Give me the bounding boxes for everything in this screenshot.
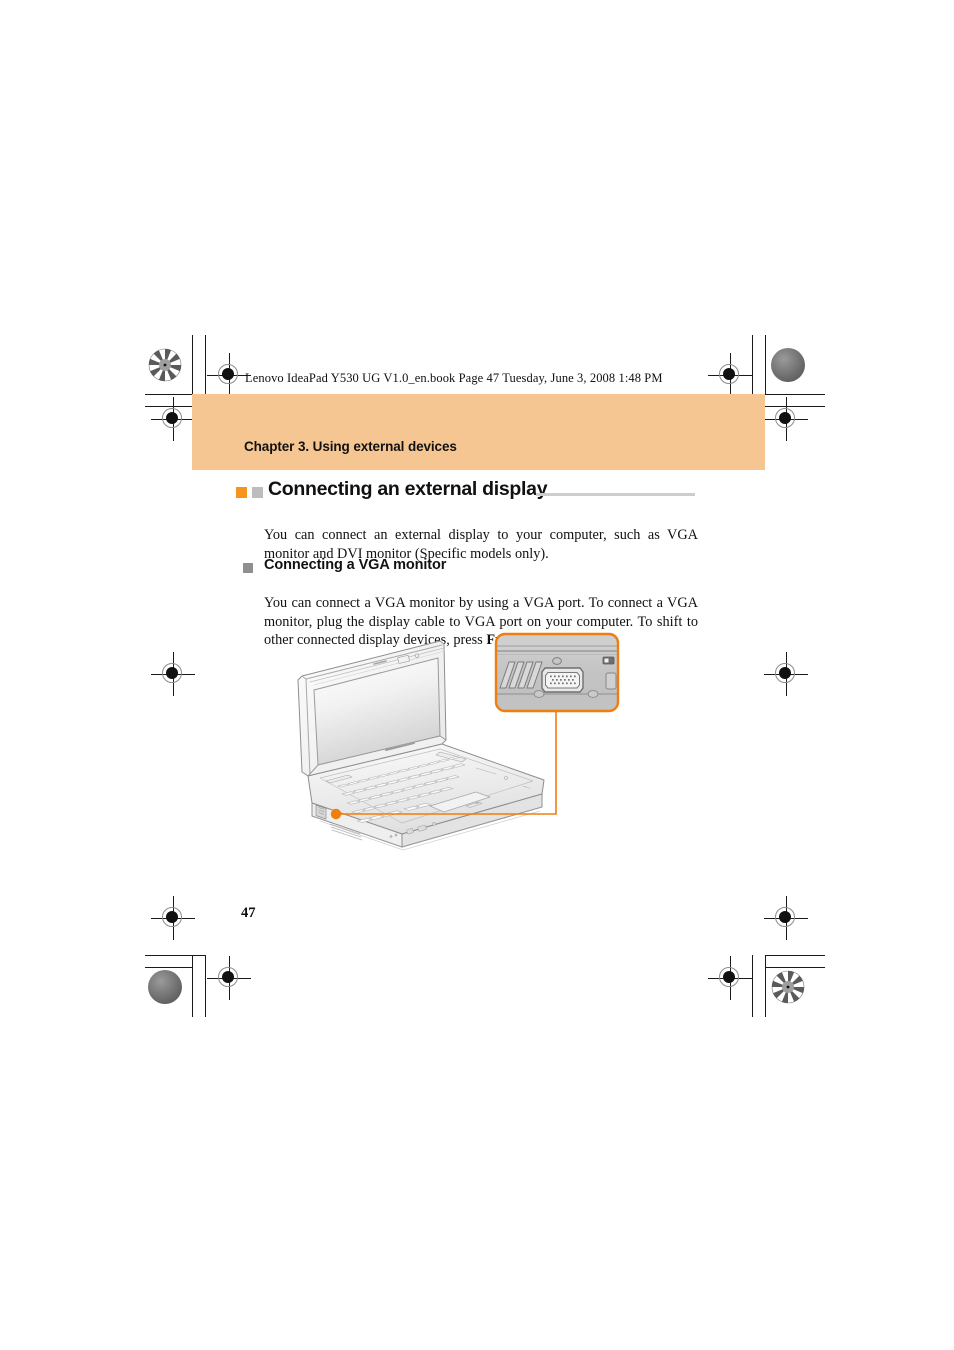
subsection-bullet-square-icon: [243, 563, 253, 573]
crop-mark-line: [765, 394, 825, 395]
running-header-filename: Lenovo IdeaPad Y530 UG V1.0_en.book Page…: [245, 371, 663, 385]
crop-mark-line: [145, 955, 205, 956]
star-target-mark: [148, 348, 182, 382]
page-number: 47: [241, 905, 256, 921]
crop-mark-line: [192, 955, 193, 1017]
subsection-heading: Connecting a VGA monitor: [264, 557, 447, 573]
registration-crosshair: [151, 652, 195, 696]
section-heading-rule: [536, 493, 695, 496]
solid-density-target: [148, 970, 182, 1004]
registration-crosshair: [764, 652, 808, 696]
printed-page: Lenovo IdeaPad Y530 UG V1.0_en.book Page…: [0, 0, 954, 1350]
crop-mark-line: [145, 967, 192, 968]
crop-mark-line: [205, 335, 206, 395]
crop-mark-line: [765, 335, 766, 395]
solid-density-target: [771, 348, 805, 382]
chapter-band: [192, 394, 765, 470]
crop-mark-line: [192, 335, 193, 395]
heading-square-gray-icon: [252, 487, 263, 498]
vga-port-location-dot: [330, 808, 342, 820]
crop-mark-line: [765, 955, 825, 956]
crop-mark-line: [752, 335, 753, 395]
registration-crosshair: [764, 397, 808, 441]
heading-square-orange-icon: [236, 487, 247, 498]
subsection-heading-row: Connecting a VGA monitor: [243, 557, 703, 579]
crop-mark-line: [752, 955, 753, 1017]
section-heading: Connecting an external display: [268, 478, 548, 500]
crop-mark-line: [765, 955, 766, 1017]
registration-crosshair: [207, 956, 251, 1000]
laptop-vga-port-illustration: [290, 628, 662, 860]
vga-port-zoom-detail: [494, 632, 620, 713]
registration-crosshair: [151, 896, 195, 940]
registration-crosshair: [708, 956, 752, 1000]
star-target-mark: [771, 970, 805, 1004]
crop-mark-line: [205, 955, 206, 1017]
chapter-title: Chapter 3. Using external devices: [244, 439, 457, 454]
section-heading-row: Connecting an external display: [236, 478, 706, 507]
vga-d-sub-15-pin-connector: [541, 667, 584, 693]
crop-mark-line: [765, 967, 825, 968]
registration-crosshair: [764, 896, 808, 940]
registration-crosshair: [708, 353, 752, 397]
registration-crosshair: [151, 397, 195, 441]
